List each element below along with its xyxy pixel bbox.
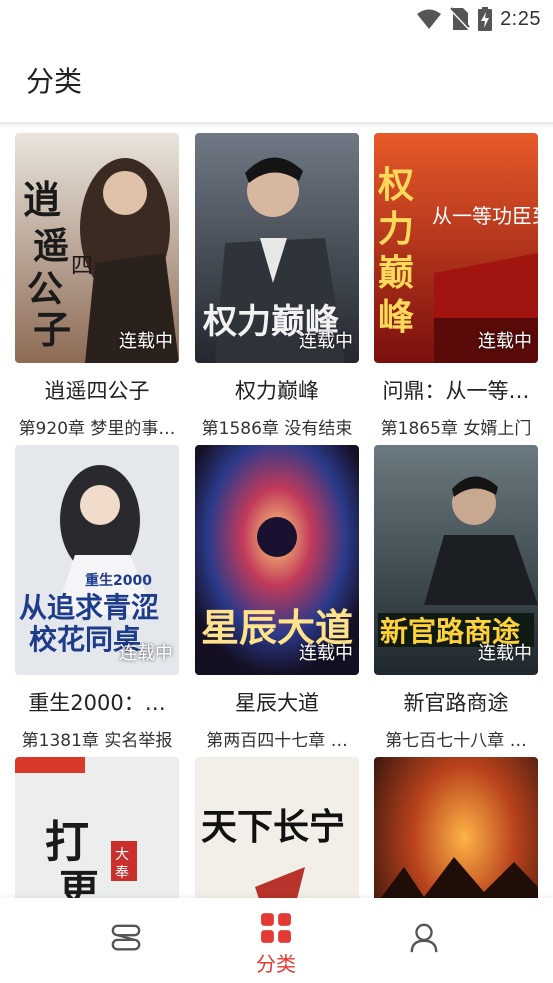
book-title[interactable]: 重生2000：… (9, 687, 185, 717)
wifi-icon (417, 9, 442, 29)
serial-status: 连载中 (299, 331, 353, 352)
book-title[interactable]: 新官路商途 (368, 687, 544, 717)
svg-text:力: 力 (378, 208, 414, 250)
category-grid-icon (261, 913, 291, 943)
book-cover[interactable]: 逍 遥 四 公 子 连载中 (15, 133, 179, 363)
book-cover[interactable] (374, 757, 538, 898)
svg-text:更: 更 (59, 866, 100, 898)
svg-text:逍: 逍 (23, 177, 61, 222)
status-time: 2:25 (500, 7, 541, 30)
svg-text:从一等功臣到: 从一等功臣到 (432, 204, 538, 228)
book-cover[interactable]: 天下长宁 (195, 757, 359, 898)
serial-status: 连载中 (119, 643, 173, 664)
book-title[interactable]: 问鼎：从一等… (368, 375, 544, 405)
svg-text:大: 大 (115, 847, 129, 863)
latest-chapter: 第七百七十八章 … (385, 731, 527, 751)
book-cover[interactable]: 权 力 巅 峰 从一等功臣到 连载中 (374, 133, 538, 363)
svg-text:打: 打 (45, 817, 89, 868)
book-title[interactable]: 逍遥四公子 (9, 375, 185, 405)
profile-icon (410, 923, 438, 953)
nav-profile[interactable] (330, 898, 514, 983)
book-title[interactable]: 星辰大道 (189, 687, 365, 717)
book-cover[interactable]: 权力巅峰 连载中 (195, 133, 359, 363)
svg-text:权: 权 (377, 164, 414, 206)
serial-status: 连载中 (119, 331, 173, 352)
book-cover[interactable]: 星辰大道 连载中 (195, 445, 359, 675)
book-cover[interactable]: 新官路商途 连载中 (374, 445, 538, 675)
svg-text:从追求青涩: 从追求青涩 (19, 591, 159, 624)
svg-text:巅: 巅 (378, 252, 414, 294)
no-sim-icon (450, 7, 470, 30)
latest-chapter: 第1381章 实名举报 (21, 731, 173, 751)
book-cover[interactable]: 重生2000 从追求青涩 校花同桌 连载中 (15, 445, 179, 675)
bottom-navigation: 分类 (0, 898, 553, 983)
latest-chapter: 第920章 梦里的事… (18, 419, 176, 439)
latest-chapter: 第1865章 女婿上门 (380, 419, 532, 439)
book-cover[interactable]: 打 更 大 奉 (15, 757, 179, 898)
serial-status: 连载中 (478, 331, 532, 352)
page-title: 分类 (26, 65, 83, 98)
latest-chapter: 第两百四十七章 … (206, 731, 348, 751)
battery-charging-icon (478, 7, 493, 31)
app-header: 分类 (0, 38, 553, 122)
status-icons: 2:25 (416, 6, 541, 32)
svg-text:重生2000: 重生2000 (85, 572, 152, 589)
svg-text:峰: 峰 (378, 296, 414, 338)
svg-text:子: 子 (33, 307, 71, 352)
book-grid: 逍 遥 四 公 子 连载中 逍遥四公子 第920章 梦里的事… 权力巅峰 连载中 (0, 122, 553, 898)
status-bar: 2:25 (0, 0, 553, 38)
header-shadow (0, 122, 553, 128)
serial-status: 连载中 (299, 643, 353, 664)
svg-text:天下长宁: 天下长宁 (201, 806, 345, 848)
latest-chapter: 第1586章 没有结束 (201, 419, 353, 439)
svg-text:奉: 奉 (115, 865, 129, 881)
bookshelf-icon (111, 924, 141, 951)
book-title[interactable]: 权力巅峰 (189, 375, 365, 405)
svg-text:公: 公 (27, 268, 63, 310)
svg-text:四: 四 (71, 254, 93, 279)
svg-text:遥: 遥 (33, 225, 69, 267)
serial-status: 连载中 (478, 643, 532, 664)
